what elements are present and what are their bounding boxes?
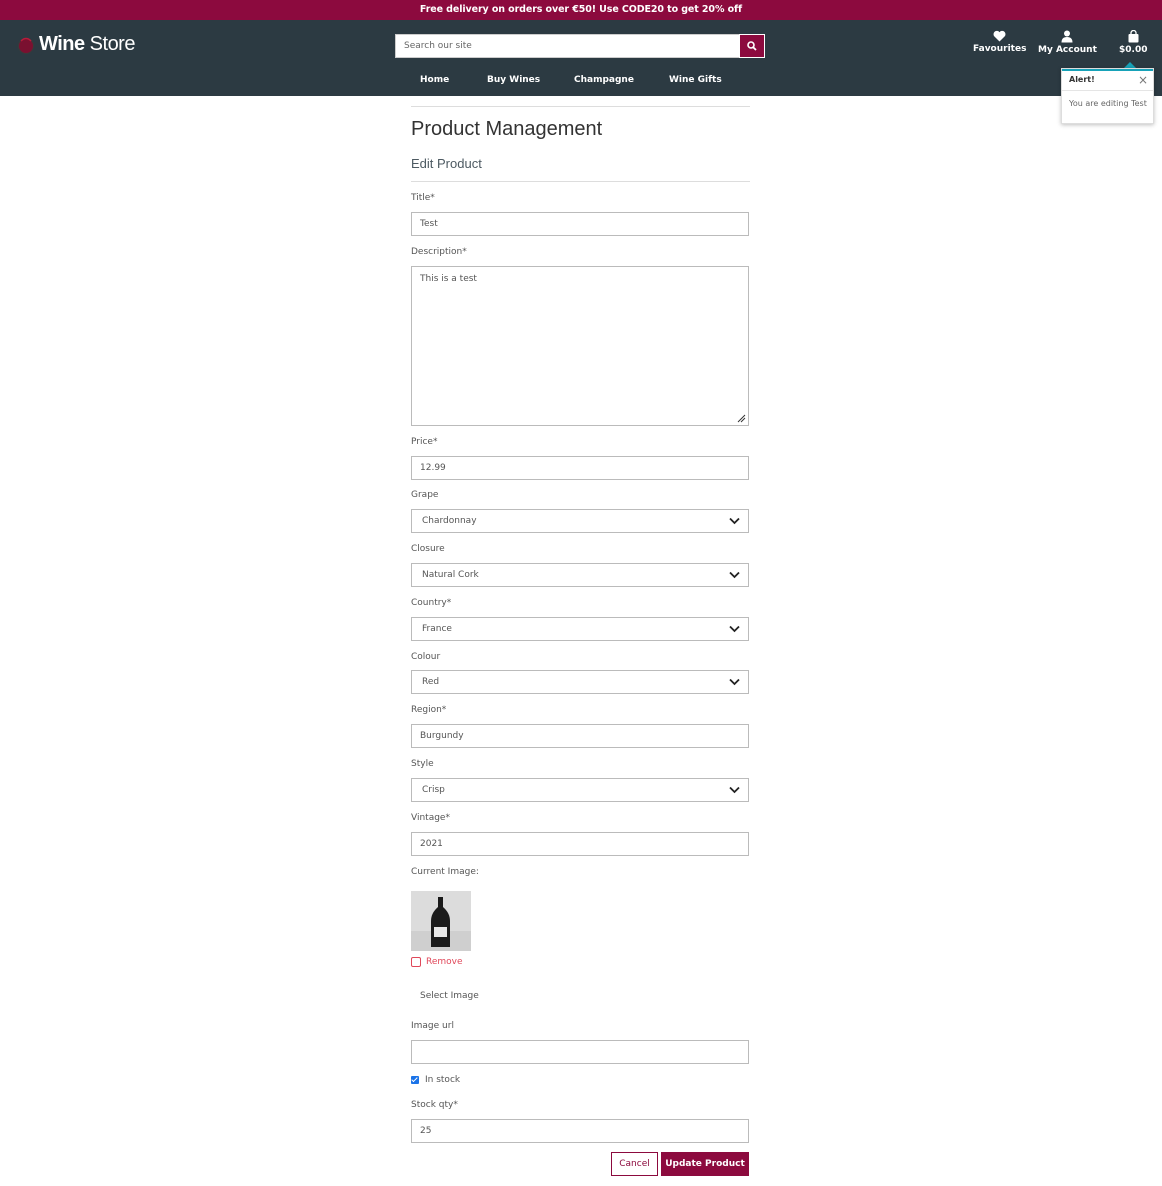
region-input[interactable]: Burgundy bbox=[411, 724, 749, 748]
country-select[interactable]: France bbox=[411, 617, 749, 641]
grape-value: Chardonnay bbox=[422, 516, 477, 526]
price-label: Price* bbox=[411, 437, 438, 447]
search-input[interactable] bbox=[395, 34, 739, 58]
stock-qty-input[interactable]: 25 bbox=[411, 1119, 749, 1143]
select-image-button[interactable]: Select Image bbox=[420, 991, 479, 1001]
closure-select[interactable]: Natural Cork bbox=[411, 563, 749, 587]
style-label: Style bbox=[411, 759, 434, 769]
promo-banner: Free delivery on orders over €50! Use CO… bbox=[0, 0, 1162, 20]
cart-total: $0.00 bbox=[1119, 45, 1148, 55]
stock-qty-label: Stock qty* bbox=[411, 1100, 458, 1110]
alert-header: Alert! × bbox=[1062, 69, 1153, 91]
remove-image-toggle[interactable]: Remove bbox=[411, 957, 463, 967]
closure-label: Closure bbox=[411, 544, 445, 554]
alert-title: Alert! bbox=[1069, 75, 1095, 84]
shopping-bag-icon bbox=[1128, 30, 1139, 43]
style-value: Crisp bbox=[422, 785, 445, 795]
my-account-link[interactable]: My Account bbox=[1038, 30, 1097, 55]
description-text: This is a test bbox=[420, 274, 477, 284]
in-stock-label: In stock bbox=[425, 1075, 461, 1085]
image-url-input[interactable] bbox=[411, 1040, 749, 1064]
user-icon bbox=[1061, 30, 1073, 43]
vintage-label: Vintage* bbox=[411, 813, 450, 823]
remove-checkbox[interactable] bbox=[411, 957, 421, 967]
country-label: Country* bbox=[411, 598, 452, 608]
wine-glass-icon bbox=[16, 35, 36, 55]
title-label: Title* bbox=[411, 193, 435, 203]
chevron-down-icon bbox=[729, 786, 740, 794]
nav-item-champagne[interactable]: Champagne bbox=[574, 75, 634, 85]
nav-item-home[interactable]: Home bbox=[420, 75, 449, 85]
favourites-label: Favourites bbox=[973, 44, 1027, 54]
colour-value: Red bbox=[422, 677, 440, 687]
in-stock-toggle[interactable]: In stock bbox=[411, 1075, 460, 1085]
divider bbox=[411, 181, 750, 182]
cart-link[interactable]: $0.00 bbox=[1119, 30, 1147, 55]
close-icon[interactable]: × bbox=[1138, 73, 1148, 87]
update-product-button[interactable]: Update Product bbox=[661, 1152, 749, 1176]
current-image-label: Current Image: bbox=[411, 867, 479, 877]
in-stock-checkbox[interactable] bbox=[411, 1076, 419, 1084]
closure-value: Natural Cork bbox=[422, 570, 479, 580]
image-url-label: Image url bbox=[411, 1021, 454, 1031]
colour-label: Colour bbox=[411, 652, 441, 662]
vintage-input[interactable]: 2021 bbox=[411, 832, 749, 856]
chevron-down-icon bbox=[729, 571, 740, 579]
divider bbox=[411, 106, 750, 107]
grape-label: Grape bbox=[411, 490, 439, 500]
cancel-button[interactable]: Cancel bbox=[611, 1152, 658, 1176]
my-account-label: My Account bbox=[1038, 45, 1097, 55]
page-subtitle: Edit Product bbox=[411, 156, 482, 171]
country-value: France bbox=[422, 624, 452, 634]
search-button[interactable] bbox=[739, 34, 765, 58]
remove-label: Remove bbox=[426, 957, 463, 967]
brand-name-rest: Store bbox=[84, 33, 136, 55]
nav-item-wine-gifts[interactable]: Wine Gifts bbox=[669, 75, 722, 85]
description-label: Description* bbox=[411, 247, 467, 257]
nav-item-buy-wines[interactable]: Buy Wines bbox=[487, 75, 540, 85]
region-label: Region* bbox=[411, 705, 447, 715]
alert-toast: Alert! × You are editing Test bbox=[1061, 68, 1154, 124]
brand-name-bold: Wine bbox=[39, 33, 85, 55]
price-input[interactable]: 12.99 bbox=[411, 456, 749, 480]
resize-handle-icon[interactable] bbox=[737, 414, 746, 423]
page-title: Product Management bbox=[411, 118, 603, 140]
heart-icon bbox=[993, 30, 1006, 42]
chevron-down-icon bbox=[729, 625, 740, 633]
grape-select[interactable]: Chardonnay bbox=[411, 509, 749, 533]
logo[interactable]: Wine Store bbox=[16, 33, 135, 56]
description-textarea[interactable]: This is a test bbox=[411, 266, 749, 426]
site-header: Wine Store Favourites My Account $0.00 bbox=[0, 20, 1162, 96]
chevron-down-icon bbox=[729, 678, 740, 686]
colour-select[interactable]: Red bbox=[411, 670, 749, 694]
search-icon bbox=[747, 41, 757, 51]
title-input[interactable]: Test bbox=[411, 212, 749, 236]
favourites-link[interactable]: Favourites bbox=[973, 30, 1026, 54]
product-image-thumbnail bbox=[411, 891, 471, 951]
site-search bbox=[395, 34, 765, 58]
chevron-down-icon bbox=[729, 517, 740, 525]
alert-message: You are editing Test bbox=[1069, 99, 1147, 108]
style-select[interactable]: Crisp bbox=[411, 778, 749, 802]
